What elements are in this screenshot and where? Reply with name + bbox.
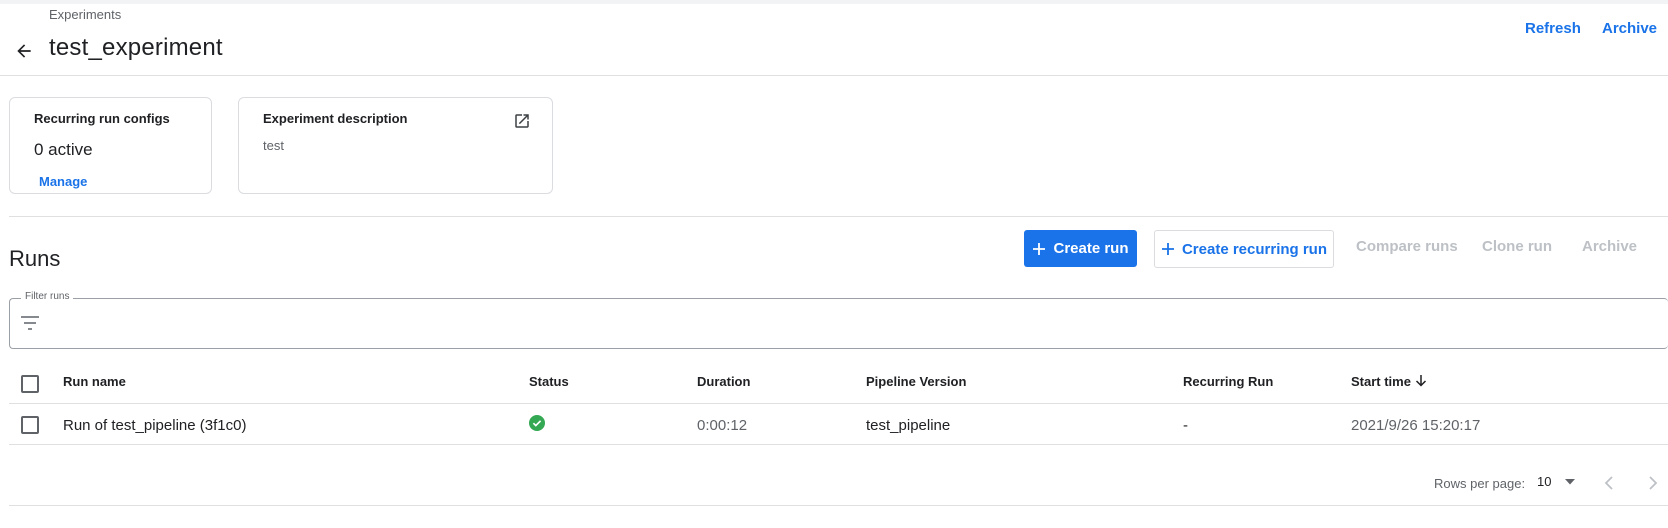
refresh-button[interactable]: Refresh	[1525, 20, 1581, 37]
filter-runs-input[interactable]: Filter runs	[9, 291, 1668, 349]
filter-list-icon[interactable]	[21, 316, 39, 330]
arrow-down-icon	[1415, 375, 1426, 387]
pagination-footer: Rows per page: 10	[9, 472, 1668, 506]
recurring-run-configs-card: Recurring run configs 0 active Manage	[9, 97, 212, 194]
chevron-right-icon[interactable]	[1645, 474, 1661, 492]
start-time-label: Start time	[1351, 374, 1411, 389]
section-divider	[9, 216, 1668, 217]
column-recurring-run[interactable]: Recurring Run	[1183, 374, 1273, 389]
run-pipeline-version[interactable]: test_pipeline	[866, 417, 950, 434]
arrow-left-icon	[17, 44, 31, 58]
active-count: 0 active	[34, 140, 93, 159]
archive-experiment-button[interactable]: Archive	[1602, 20, 1657, 37]
run-name-link[interactable]: Run of test_pipeline (3f1c0)	[63, 417, 246, 434]
card-title: Recurring run configs	[34, 111, 170, 126]
breadcrumb[interactable]: Experiments	[49, 7, 121, 22]
chevron-left-icon[interactable]	[1601, 474, 1617, 492]
rows-per-page-value: 10	[1537, 474, 1552, 489]
page-title: test_experiment	[49, 34, 223, 61]
table-row[interactable]: Run of test_pipeline (3f1c0) 0:00:12 tes…	[9, 405, 1668, 445]
card-title: Experiment description	[263, 111, 408, 126]
manage-link[interactable]: Manage	[39, 174, 87, 189]
row-checkbox[interactable]	[21, 416, 39, 434]
rows-per-page-select[interactable]: 10	[1537, 474, 1576, 489]
filter-label: Filter runs	[21, 291, 74, 302]
create-recurring-run-label: Create recurring run	[1181, 240, 1328, 258]
create-run-button[interactable]: Create run	[1024, 230, 1137, 267]
caret-down-icon	[1565, 478, 1576, 484]
run-duration: 0:00:12	[697, 417, 748, 434]
run-start-time: 2021/9/26 15:20:17	[1351, 417, 1481, 434]
page-header: Experiments test_experiment Refresh Arch…	[0, 4, 1668, 76]
plus-icon	[1161, 243, 1174, 255]
column-pipeline-version[interactable]: Pipeline Version	[866, 374, 966, 389]
run-recurring-run: -	[1183, 417, 1188, 434]
create-run-label: Create run	[1053, 240, 1129, 257]
back-button[interactable]	[11, 38, 37, 64]
plus-icon	[1033, 242, 1046, 255]
description-text: test	[263, 138, 284, 153]
compare-runs-button[interactable]: Compare runs	[1356, 238, 1458, 255]
column-start-time[interactable]: Start time	[1351, 374, 1427, 389]
rows-per-page-label: Rows per page:	[1434, 476, 1526, 491]
column-duration[interactable]: Duration	[697, 374, 750, 389]
table-header: Run name Status Duration Pipeline Versio…	[9, 364, 1668, 404]
clone-run-button[interactable]: Clone run	[1482, 238, 1552, 255]
column-status[interactable]: Status	[529, 374, 569, 389]
experiment-description-card: Experiment description test	[238, 97, 553, 194]
archive-runs-button[interactable]: Archive	[1582, 238, 1637, 255]
create-recurring-run-button[interactable]: Create recurring run	[1154, 230, 1334, 268]
column-run-name[interactable]: Run name	[63, 374, 126, 389]
check-circle-icon	[529, 415, 545, 431]
open-in-new-icon	[515, 114, 529, 128]
expand-description-button[interactable]	[512, 111, 532, 131]
select-all-checkbox[interactable]	[21, 375, 39, 393]
runs-heading: Runs	[9, 246, 61, 271]
